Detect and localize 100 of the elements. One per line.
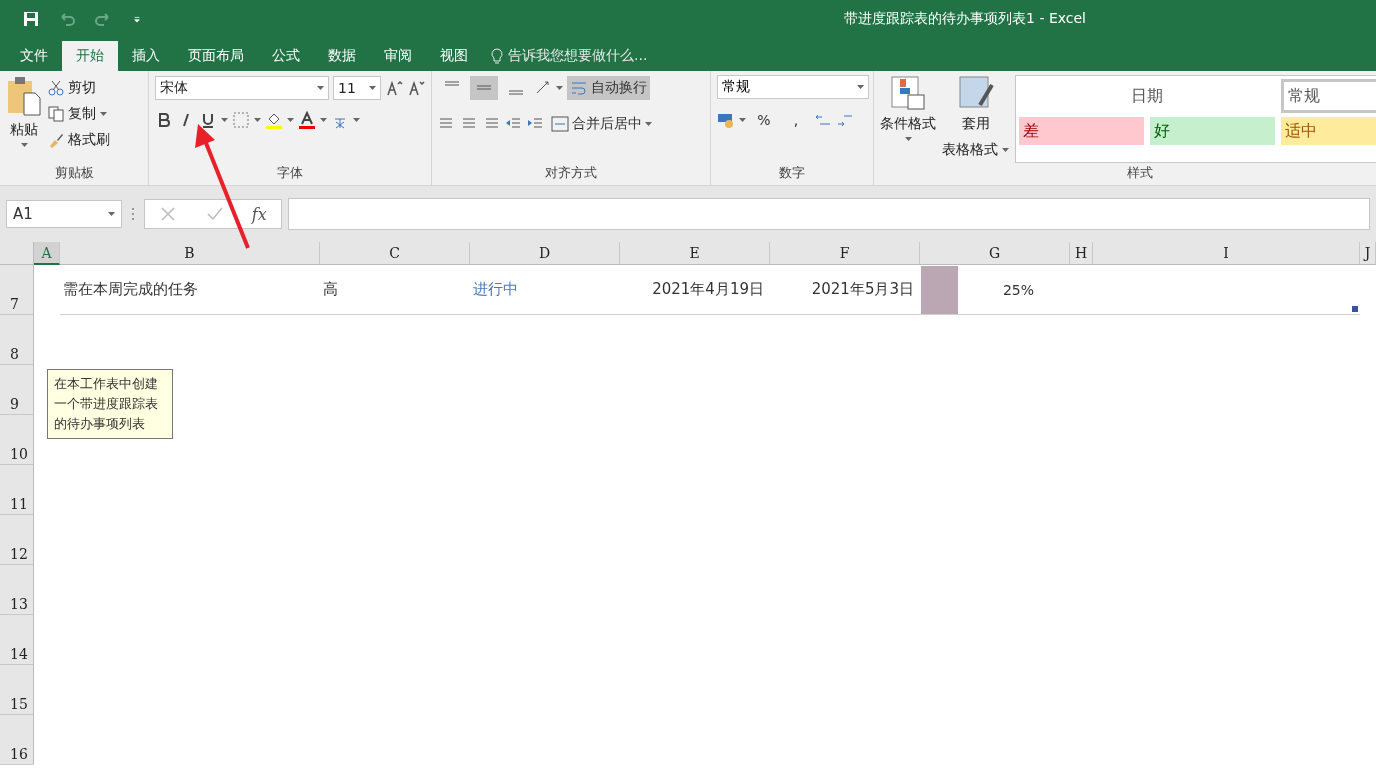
cell-style[interactable]: 常规 — [1281, 79, 1376, 113]
formula-input[interactable] — [288, 198, 1370, 230]
conditional-format-button[interactable]: 条件格式 — [880, 111, 936, 137]
currency-icon[interactable] — [717, 111, 735, 129]
row-header[interactable]: 8 — [0, 315, 34, 365]
caret-icon — [254, 118, 261, 122]
caret-icon — [320, 118, 327, 122]
borders-icon[interactable] — [232, 111, 250, 129]
caret-icon — [556, 86, 563, 90]
column-header[interactable]: D — [470, 242, 620, 265]
font-color-icon[interactable] — [298, 111, 316, 129]
table-format-button[interactable]: 表格格式 — [942, 137, 1009, 163]
table-cell: 2021年4月19日 — [620, 265, 770, 315]
copy-icon — [48, 106, 64, 122]
caret-icon — [645, 122, 652, 126]
table-cell: 进行中 — [470, 265, 620, 315]
conditional-format-icon[interactable] — [890, 75, 926, 111]
font-size-field[interactable]: 11 — [333, 76, 381, 100]
group-label: 样式 — [1126, 164, 1154, 182]
caret-icon — [739, 118, 746, 122]
tell-me-field[interactable]: 告诉我您想要做什么... — [490, 41, 648, 71]
paste-button[interactable]: 粘贴 — [10, 117, 38, 143]
format-painter-button[interactable]: 格式刷 — [48, 127, 110, 153]
caret-icon — [287, 118, 294, 122]
caret-icon — [108, 212, 115, 216]
lightbulb-icon — [490, 48, 504, 64]
redo-icon[interactable] — [94, 10, 112, 28]
undo-icon[interactable] — [58, 10, 76, 28]
column-header[interactable]: A — [34, 242, 60, 265]
group-label: 字体 — [276, 164, 304, 182]
wrap-text-button[interactable]: 自动换行 — [567, 76, 650, 100]
menu-tab[interactable]: 页面布局 — [174, 41, 258, 71]
font-name-field[interactable]: 宋体 — [155, 76, 329, 100]
column-header[interactable]: C — [320, 242, 470, 265]
menu-tab[interactable]: 开始 — [62, 41, 118, 71]
row-header[interactable]: 15 — [0, 665, 34, 715]
caret-icon — [1002, 148, 1009, 152]
column-header[interactable]: I — [1093, 242, 1360, 265]
caret-icon — [353, 118, 360, 122]
group-label: 数字 — [778, 164, 806, 182]
fill-color-icon[interactable] — [265, 111, 283, 129]
enter-icon[interactable] — [205, 205, 224, 223]
grow-font-icon[interactable] — [385, 79, 403, 97]
cell-style[interactable]: 适中 — [1281, 117, 1376, 145]
cell-style[interactable]: 差 — [1019, 117, 1144, 145]
scissors-icon — [48, 80, 64, 96]
menu-tab[interactable]: 公式 — [258, 41, 314, 71]
menu-tab[interactable]: 审阅 — [370, 41, 426, 71]
row-header[interactable]: 9 — [0, 365, 34, 415]
menu-tab[interactable]: 文件 — [6, 41, 62, 71]
wrap-text-icon — [570, 79, 588, 97]
window-title: 带进度跟踪表的待办事项列表1 - Excel — [844, 10, 1086, 28]
save-icon[interactable] — [22, 10, 40, 28]
caret-icon — [317, 86, 324, 90]
row-header[interactable]: 12 — [0, 515, 34, 565]
comma-button[interactable]: , — [782, 108, 810, 132]
caret-icon — [100, 112, 107, 116]
column-header[interactable]: J — [1360, 242, 1376, 265]
percent-button[interactable]: % — [750, 108, 778, 132]
table-cell: 2021年5月3日 — [770, 265, 920, 315]
row-header[interactable]: 13 — [0, 565, 34, 615]
menu-tab[interactable]: 插入 — [118, 41, 174, 71]
merge-icon — [551, 115, 569, 133]
paste-icon[interactable] — [6, 75, 42, 117]
caret-icon — [369, 86, 376, 90]
column-header[interactable]: G — [920, 242, 1070, 265]
table-cell: 25% — [1002, 281, 1034, 298]
middle-align-button[interactable] — [470, 76, 498, 100]
row-header[interactable]: 7 — [0, 265, 34, 315]
copy-button[interactable]: 复制 — [48, 101, 110, 127]
insert-function-button[interactable]: fx — [251, 204, 267, 224]
table-cell: 高 — [320, 265, 470, 315]
cancel-icon[interactable] — [159, 205, 178, 223]
column-header[interactable]: E — [620, 242, 770, 265]
column-header[interactable]: F — [770, 242, 920, 265]
cell-style[interactable]: 好 — [1150, 117, 1275, 145]
table-format-button[interactable]: 套用 — [961, 111, 990, 137]
caret-icon — [221, 118, 228, 122]
select-all-corner[interactable] — [0, 242, 34, 265]
cell-style[interactable]: 日期 — [1019, 79, 1275, 113]
column-header[interactable]: B — [60, 242, 320, 265]
caret-icon — [857, 85, 864, 89]
merge-center-button[interactable]: 合并后居中 — [548, 112, 655, 136]
menu-tab[interactable]: 视图 — [426, 41, 482, 71]
name-box[interactable]: A1 — [6, 200, 122, 228]
row-header[interactable]: 16 — [0, 715, 34, 765]
cut-button[interactable]: 剪切 — [48, 75, 110, 101]
shrink-font-icon[interactable] — [407, 79, 425, 97]
resize-handle-icon[interactable] — [1352, 306, 1358, 312]
table-format-icon[interactable] — [957, 75, 994, 111]
column-header[interactable]: H — [1070, 242, 1093, 265]
table-cell: 需在本周完成的任务 — [60, 265, 320, 315]
number-format-field[interactable]: 常规 — [717, 75, 869, 99]
comment-note: 在本工作表中创建一个带进度跟踪表的待办事项列表 — [47, 369, 173, 439]
menu-tab[interactable]: 数据 — [314, 41, 370, 71]
row-header[interactable]: 10 — [0, 415, 34, 465]
group-label: 对齐方式 — [544, 164, 598, 182]
brush-icon — [48, 132, 64, 148]
row-header[interactable]: 11 — [0, 465, 34, 515]
row-header[interactable]: 14 — [0, 615, 34, 665]
